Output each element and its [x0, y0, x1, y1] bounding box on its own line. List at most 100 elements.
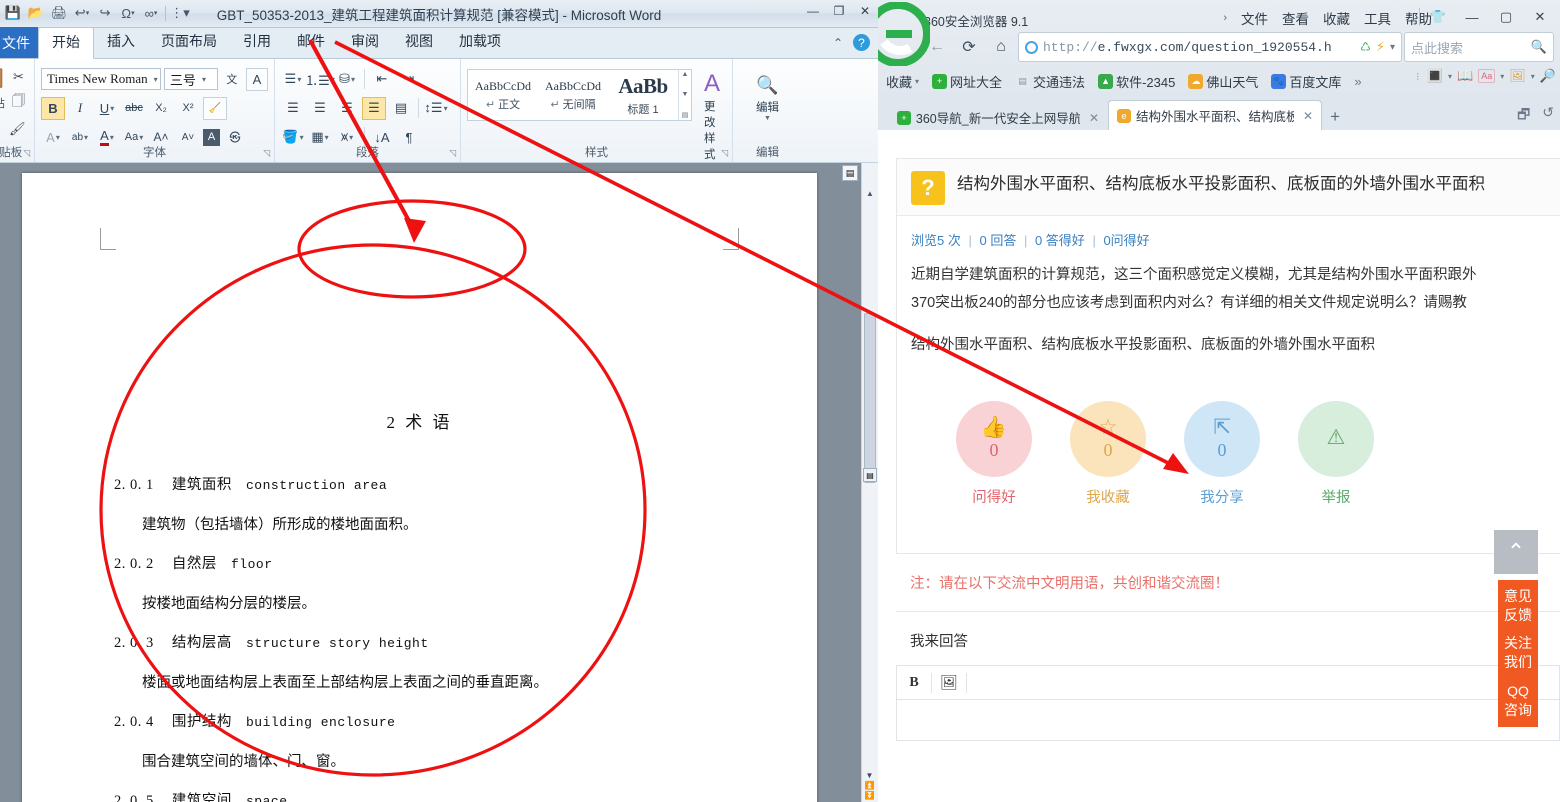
lightning-icon[interactable]: ⚡: [1376, 39, 1385, 55]
chevron-down-icon[interactable]: ▾: [1531, 72, 1535, 81]
ribbon-tab-addins[interactable]: 加载项: [446, 27, 514, 58]
format-painter-icon[interactable]: 🖌: [7, 118, 29, 141]
character-border-icon[interactable]: A: [245, 67, 269, 91]
align-center-icon[interactable]: ☰: [308, 97, 332, 120]
align-left-icon[interactable]: ☰: [281, 97, 305, 120]
paragraph-dialog-launcher[interactable]: ◹: [449, 148, 456, 159]
ribbon-tab-home[interactable]: 开始: [38, 27, 94, 59]
font-size-box[interactable]: 三号 ▾: [163, 68, 218, 90]
bookmark-item-1[interactable]: ▤ 交通违法: [1015, 72, 1085, 91]
subscript-button[interactable]: X₂: [149, 97, 173, 120]
gallery-scroll-up-icon[interactable]: ▲: [679, 71, 691, 78]
copy-icon[interactable]: 🗍: [9, 92, 28, 115]
phonetic-guide-icon[interactable]: 文: [221, 68, 243, 91]
bookmark-item-0[interactable]: + 网址大全: [932, 72, 1002, 91]
insert-image-icon[interactable]: 🖼: [932, 667, 966, 699]
vote-share[interactable]: ⇱ 0 我分享: [1183, 401, 1261, 507]
cut-icon[interactable]: ✂: [9, 66, 28, 89]
word-close-button[interactable]: ✕: [856, 4, 874, 18]
browse-object-buttons[interactable]: ▼ ⏫ ⏬: [862, 771, 877, 800]
superscript-button[interactable]: X²: [176, 97, 200, 120]
align-right-icon[interactable]: ☰: [335, 97, 359, 120]
browser-close-button[interactable]: ✕: [1524, 6, 1556, 28]
browser-minimize-button[interactable]: —: [1456, 6, 1488, 28]
scroll-down-arrow-icon[interactable]: ▼: [866, 771, 874, 780]
sync-icon[interactable]: ♺: [1360, 40, 1371, 54]
bookmark-item-4[interactable]: 🐾 百度文库: [1271, 72, 1341, 91]
search-page-icon[interactable]: 🔎: [1540, 68, 1556, 84]
styles-gallery-scroll[interactable]: ▲ ▼ ▤: [678, 70, 691, 120]
ribbon-tab-review[interactable]: 审阅: [338, 27, 392, 58]
strikethrough-button[interactable]: abc: [122, 97, 146, 120]
browser-maximize-button[interactable]: ▢: [1490, 6, 1522, 28]
chevron-down-icon[interactable]: ▾: [1448, 72, 1452, 81]
vote-circle[interactable]: ⇱ 0: [1184, 401, 1260, 477]
word-window-controls[interactable]: — ❐ ✕: [804, 4, 874, 18]
answer-editor-textarea[interactable]: [896, 699, 1560, 741]
word-document-area[interactable]: 2 术 语 2. 0. 1 建筑面积 construction area 建筑物…: [0, 163, 878, 802]
apps-icon[interactable]: 🔳: [1427, 68, 1443, 84]
ribbon-tab-view[interactable]: 视图: [392, 27, 446, 58]
underline-button[interactable]: U ▾: [95, 97, 119, 120]
style-item-heading-1[interactable]: AaBb 标题 1: [608, 70, 678, 120]
bookmark-item-3[interactable]: ☁ 佛山天气: [1188, 72, 1258, 91]
web-page-viewport[interactable]: ? 结构外围水平面积、结构底板水平投影面积、底板面的外墙外围水平面积 浏览5 次…: [878, 130, 1560, 802]
font-name-box[interactable]: Times New Roman ▾: [41, 68, 161, 90]
magnifier-icon[interactable]: 🔍: [1531, 39, 1547, 55]
bold-button[interactable]: B: [41, 96, 65, 120]
answer-editor-toolbar[interactable]: B 🖼: [896, 665, 1560, 699]
address-bar[interactable]: http://e.fwxgx.com/question_1920554.h ♺ …: [1018, 32, 1402, 62]
scroll-thumb[interactable]: [864, 313, 876, 483]
paste-dropdown-icon[interactable]: ▾: [0, 118, 4, 141]
undo-close-tab-icon[interactable]: ↺: [1542, 104, 1554, 128]
italic-button[interactable]: I: [68, 97, 92, 120]
vote-good-question[interactable]: 👍 0 问得好: [955, 401, 1033, 507]
home-icon[interactable]: ⌂: [986, 32, 1016, 62]
style-item-normal[interactable]: AaBbCcDd ↵ 正文: [468, 70, 538, 120]
menu-overflow-chevron-icon[interactable]: ›: [1223, 12, 1227, 24]
side-button-follow-us[interactable]: 关注 我们: [1498, 627, 1538, 679]
editing-button[interactable]: 🔍 编辑 ▼: [739, 70, 796, 124]
ribbon-tab-insert[interactable]: 插入: [94, 27, 148, 58]
reader-icon[interactable]: 📖: [1457, 68, 1473, 84]
clear-formatting-icon[interactable]: 🧹: [203, 96, 227, 120]
browser-menu-bar[interactable]: › 文件 查看 收藏 工具 帮助: [1223, 8, 1432, 28]
menu-item-file[interactable]: 文件: [1241, 8, 1268, 28]
vote-circle[interactable]: 👍 0: [956, 401, 1032, 477]
paste-icon[interactable]: 📋: [0, 66, 6, 89]
reload-icon[interactable]: ⟳: [954, 32, 984, 62]
site-info-icon[interactable]: [1025, 40, 1038, 54]
bookmarks-more-icon[interactable]: »: [1354, 74, 1361, 89]
restore-tab-icon[interactable]: 🗗: [1517, 104, 1530, 128]
bookmark-item-2[interactable]: ▲ 软件-2345: [1098, 72, 1175, 91]
font-dialog-launcher[interactable]: ◹: [263, 148, 270, 159]
menu-item-view[interactable]: 查看: [1282, 8, 1309, 28]
search-input[interactable]: 点此搜索: [1411, 38, 1463, 57]
vote-circle[interactable]: ☆ 0: [1070, 401, 1146, 477]
editor-bold-button[interactable]: B: [897, 667, 931, 699]
increase-indent-icon[interactable]: ⇥: [397, 68, 421, 91]
font-name-chevron-down-icon[interactable]: ▾: [154, 75, 158, 84]
search-box[interactable]: 点此搜索 🔍: [1404, 32, 1554, 62]
character-shading-icon[interactable]: A: [203, 128, 220, 146]
multilevel-list-icon[interactable]: ⛁ ▾: [335, 68, 359, 91]
word-page[interactable]: 2 术 语 2. 0. 1 建筑面积 construction area 建筑物…: [22, 173, 817, 802]
font-size-chevron-down-icon[interactable]: ▾: [202, 75, 206, 84]
ribbon-tab-file[interactable]: 文件: [0, 27, 38, 58]
tab-close-icon[interactable]: ✕: [1303, 109, 1313, 123]
go-to-top-button[interactable]: ⌃: [1494, 530, 1538, 574]
new-tab-button[interactable]: +: [1322, 107, 1348, 130]
gallery-scroll-down-icon[interactable]: ▼: [679, 91, 691, 98]
ribbon-tab-mailings[interactable]: 邮件: [284, 27, 338, 58]
previous-page-icon[interactable]: ⏫: [865, 781, 875, 790]
screenshot-icon[interactable]: 🖼: [1509, 68, 1526, 84]
minimize-ribbon-icon[interactable]: ⌃: [833, 36, 843, 50]
browser-extension-toolbar[interactable]: ⋮ 🔳 ▾ 📖 Aa ▾ 🖼 ▾ 🔎: [1414, 68, 1556, 84]
vote-report[interactable]: ⚠ 举报: [1297, 401, 1375, 507]
side-button-feedback[interactable]: 意见 反馈: [1498, 580, 1538, 632]
bookmarks-chevron-down-icon[interactable]: ▾: [915, 77, 919, 86]
word-maximize-button[interactable]: ❐: [830, 4, 848, 18]
ribbon-help-area[interactable]: ⌃ ?: [833, 34, 870, 51]
word-split-pane-icon[interactable]: ▤: [842, 165, 858, 181]
editing-chevron-down-icon[interactable]: ▼: [764, 115, 771, 122]
